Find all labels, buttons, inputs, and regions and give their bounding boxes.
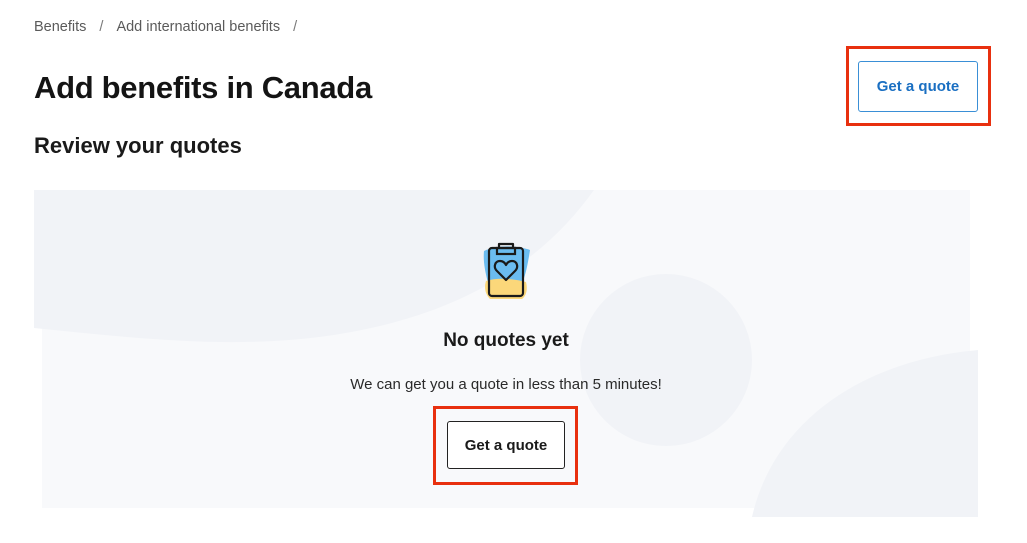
get-a-quote-header-button[interactable]: Get a quote	[858, 61, 978, 112]
clipboard-heart-icon	[483, 242, 530, 299]
breadcrumb: Benefits / Add international benefits /	[34, 19, 310, 35]
breadcrumb-separator: /	[293, 19, 298, 35]
get-a-quote-button[interactable]: Get a quote	[447, 421, 565, 469]
breadcrumb-link-benefits[interactable]: Benefits	[34, 19, 86, 35]
section-title: Review your quotes	[34, 133, 242, 158]
breadcrumb-separator: /	[99, 19, 104, 35]
page: Benefits / Add international benefits / …	[0, 0, 1027, 543]
empty-state-description: We can get you a quote in less than 5 mi…	[350, 376, 662, 393]
breadcrumb-link-add-international-benefits[interactable]: Add international benefits	[116, 19, 280, 35]
page-title: Add benefits in Canada	[34, 70, 372, 105]
empty-state-heading: No quotes yet	[443, 330, 569, 351]
